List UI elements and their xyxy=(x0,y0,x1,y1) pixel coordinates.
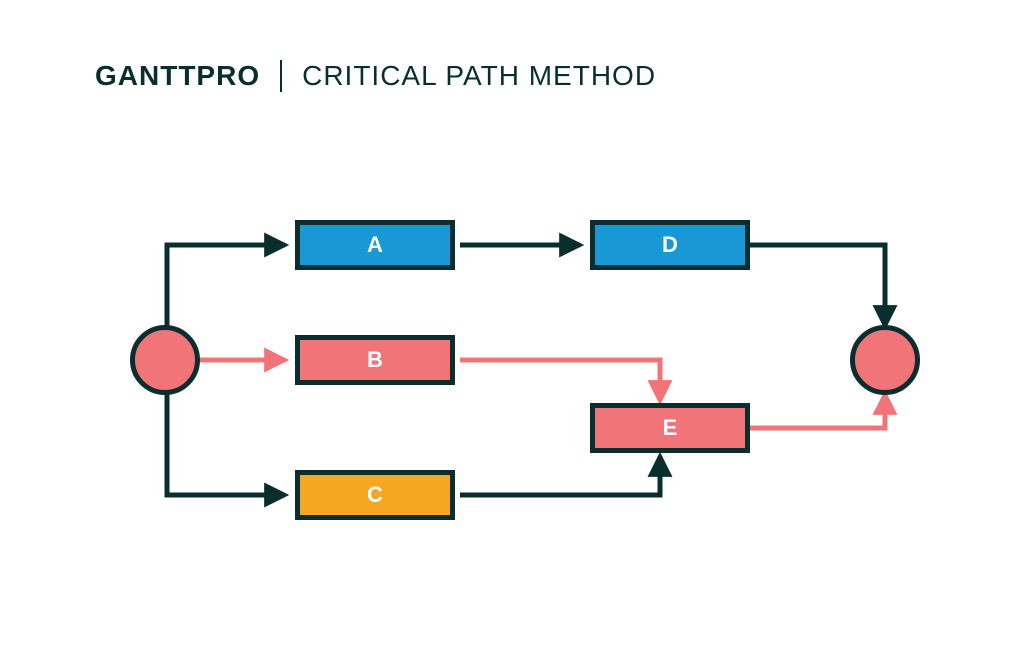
node-B: B xyxy=(295,335,455,385)
node-C: C xyxy=(295,470,455,520)
edge-D-end xyxy=(744,245,885,326)
edge-start-A xyxy=(167,245,285,345)
connectors-svg xyxy=(100,190,920,570)
node-C-label: C xyxy=(367,482,383,508)
node-A: A xyxy=(295,220,455,270)
node-B-label: B xyxy=(367,347,383,373)
node-D: D xyxy=(590,220,750,270)
logo: GANTTPRO xyxy=(95,60,260,92)
node-E: E xyxy=(590,403,750,453)
end-node xyxy=(850,325,920,395)
edge-C-E xyxy=(460,456,660,495)
page-title: CRITICAL PATH METHOD xyxy=(302,60,656,92)
edge-start-C xyxy=(167,375,285,495)
node-A-label: A xyxy=(367,232,383,258)
node-E-label: E xyxy=(663,415,678,441)
header-divider xyxy=(280,60,282,92)
start-node xyxy=(130,325,200,395)
cpm-diagram: A B C D E xyxy=(100,190,920,570)
node-D-label: D xyxy=(662,232,678,258)
edge-E-end xyxy=(744,394,885,428)
edge-B-E xyxy=(460,360,660,401)
header: GANTTPRO CRITICAL PATH METHOD xyxy=(95,60,656,92)
